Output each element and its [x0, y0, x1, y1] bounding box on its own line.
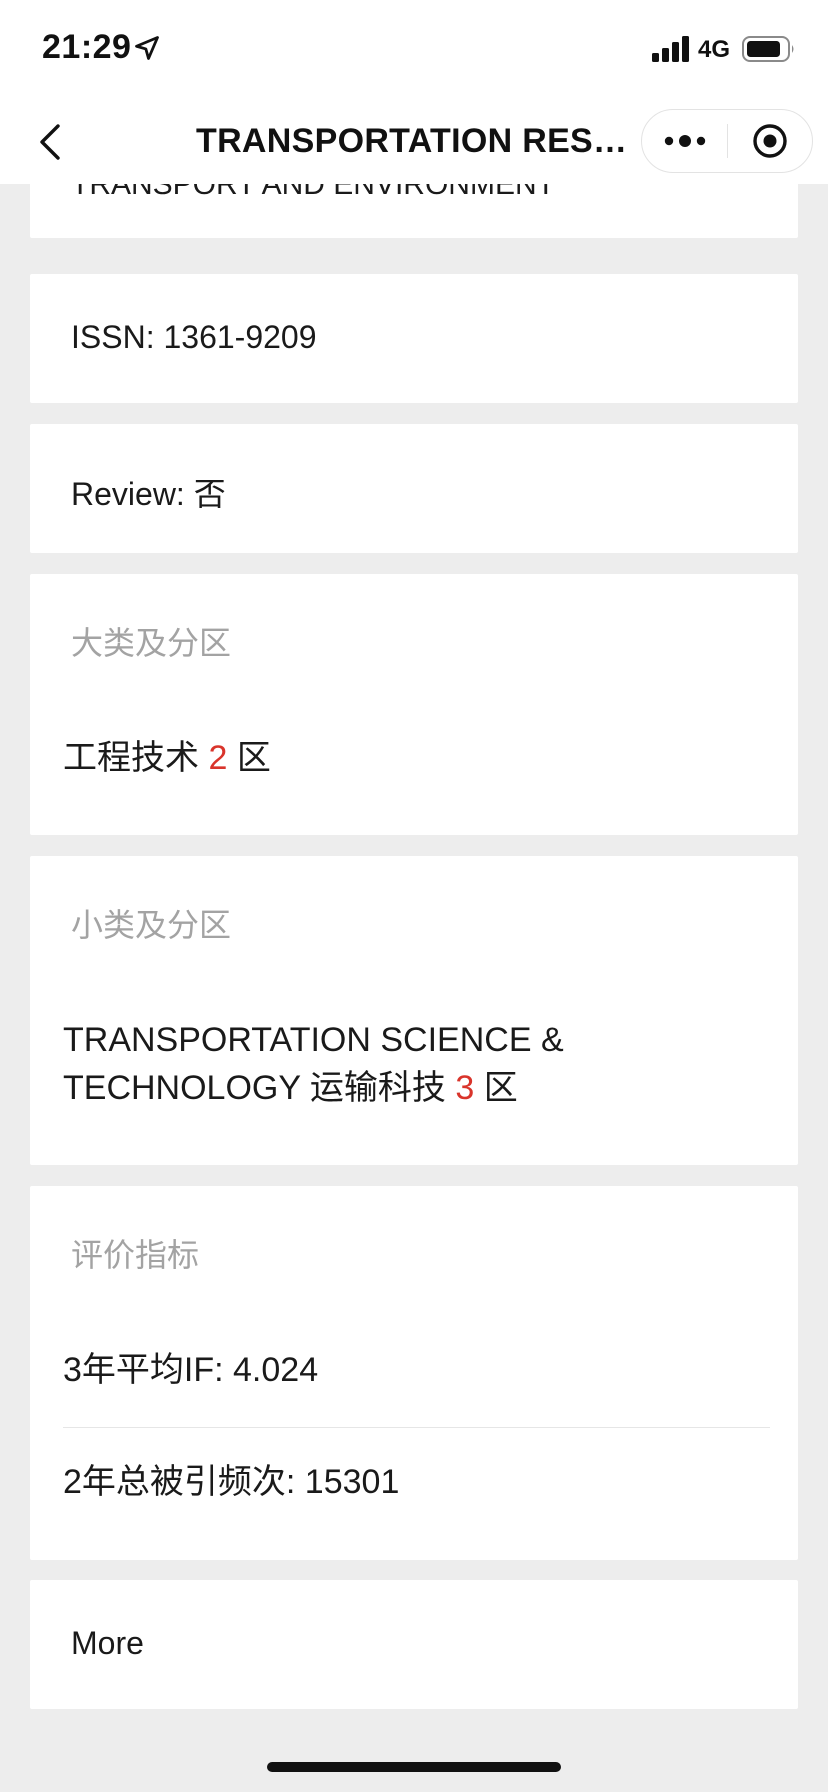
metrics-divider [63, 1427, 770, 1428]
metrics-card: 评价指标 3年平均IF: 4.024 2年总被引频次: 15301 [30, 1186, 798, 1560]
major-category-name: 工程技术 [63, 739, 199, 777]
major-category-value: 工程技术 2 区 [63, 734, 763, 782]
review-text: Review: 否 [71, 476, 226, 512]
home-indicator[interactable] [267, 1762, 561, 1772]
target-close-icon [753, 124, 787, 158]
minor-category-line1: TRANSPORTATION SCIENCE & [63, 1021, 564, 1059]
back-button[interactable] [22, 114, 78, 170]
cellular-signal-icon [652, 36, 689, 62]
status-bar: 21:29 4G [0, 0, 828, 100]
more-button[interactable]: More [30, 1580, 798, 1709]
more-menu-button[interactable] [642, 110, 728, 172]
metric-citations-2yr: 2年总被引频次: 15301 [63, 1463, 400, 1501]
issn-text: ISSN: 1361-9209 [71, 319, 317, 355]
major-category-card: 大类及分区 工程技术 2 区 [30, 574, 798, 835]
close-mini-program-button[interactable] [728, 110, 812, 172]
minor-category-rank: 3 [455, 1069, 475, 1107]
page-title: TRANSPORTATION RESE... [196, 122, 628, 160]
chevron-left-icon [40, 124, 60, 160]
more-label: More [71, 1625, 144, 1661]
more-dots-icon [664, 135, 706, 147]
navigation-bar: TRANSPORTATION RESE... [0, 100, 828, 184]
minor-category-value: TRANSPORTATION SCIENCE & TECHNOLOGY 运输科技… [63, 1016, 763, 1112]
mini-program-capsule [641, 109, 813, 173]
minor-category-name: TECHNOLOGY 运输科技 [63, 1069, 446, 1107]
metric-if-3yr: 3年平均IF: 4.024 [63, 1351, 319, 1389]
major-category-heading: 大类及分区 [71, 625, 232, 661]
minor-category-line2: TECHNOLOGY 运输科技 3 区 [63, 1064, 763, 1112]
battery-icon [742, 36, 794, 62]
status-time: 21:29 [42, 28, 132, 66]
major-category-rank: 2 [208, 739, 228, 777]
minor-category-heading: 小类及分区 [71, 907, 232, 943]
issn-card: ISSN: 1361-9209 [30, 274, 798, 403]
minor-category-suffix: 区 [483, 1069, 518, 1107]
location-arrow-icon [135, 36, 159, 60]
review-card: Review: 否 [30, 424, 798, 553]
network-type-label: 4G [698, 36, 731, 63]
metrics-heading: 评价指标 [71, 1237, 200, 1273]
major-category-suffix: 区 [236, 739, 271, 777]
journal-title-card: TRANSPORT AND ENVIRONMENT [30, 184, 798, 238]
content-scroll-area[interactable]: TRANSPORT AND ENVIRONMENT ISSN: 1361-920… [0, 184, 828, 1792]
journal-title-text: TRANSPORT AND ENVIRONMENT [71, 184, 555, 201]
minor-category-card: 小类及分区 TRANSPORTATION SCIENCE & TECHNOLOG… [30, 856, 798, 1165]
